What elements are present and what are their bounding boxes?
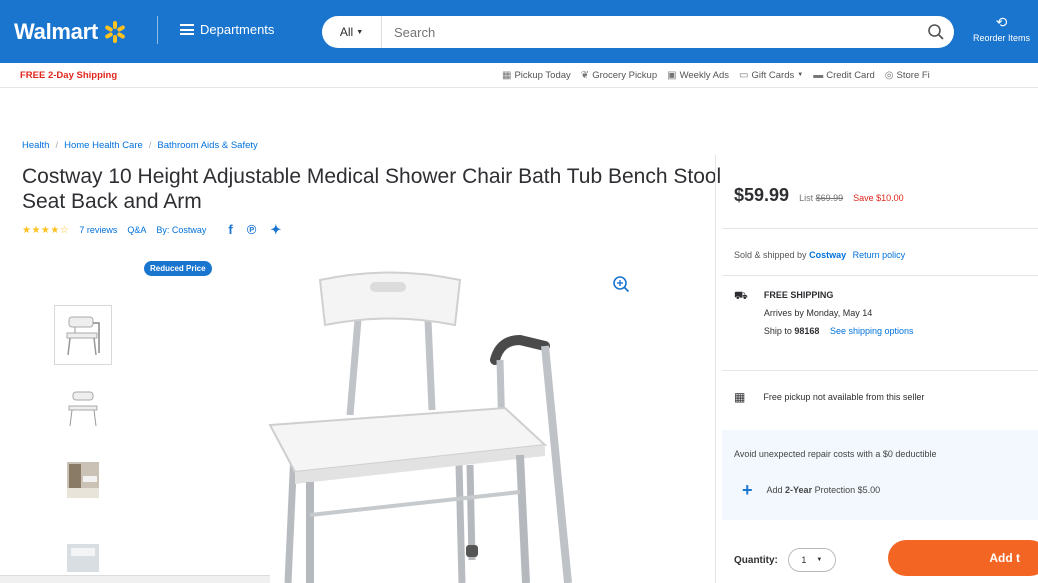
brand-link[interactable]: By: Costway (156, 225, 206, 235)
reorder-icon: ⟲ (995, 14, 1008, 30)
divider (722, 275, 1038, 276)
arrival-date: Arrives by Monday, May 14 (763, 308, 873, 318)
free-shipping-title: FREE SHIPPING (763, 290, 834, 300)
departments-button[interactable]: Departments (180, 22, 274, 37)
breadcrumb-separator: / (148, 140, 152, 151)
breadcrumb-health[interactable]: Health (22, 140, 49, 151)
qa-link[interactable]: Q&A (127, 225, 146, 235)
shipping-options-link[interactable]: See shipping options (830, 326, 914, 336)
top-header: Walmart Departments All ▼ ⟲ Reorder Item… (0, 0, 1038, 63)
zip-code[interactable]: 98168 (794, 326, 819, 336)
social-share: f ℗ ✦ (228, 222, 281, 238)
search-input[interactable] (382, 16, 918, 48)
thumbnail-2[interactable] (54, 378, 112, 438)
grocery-pickup-link[interactable]: ❦ Grocery Pickup (581, 70, 657, 81)
location-icon: ◎ (884, 69, 894, 81)
chevron-down-icon: ▼ (816, 557, 823, 563)
gift-cards-link[interactable]: ▭ Gift Cards ▼ (739, 70, 803, 81)
ship-to: Ship to 98168 See shipping options (763, 326, 914, 336)
quantity-value: 1 (801, 555, 807, 565)
header-divider (157, 16, 158, 44)
search-button[interactable] (918, 16, 954, 48)
add-to-cart-button[interactable]: Add t (888, 540, 1038, 576)
logo-text: Walmart (14, 19, 98, 44)
quantity-label: Quantity: (734, 554, 778, 566)
protection-plan-box (722, 430, 1038, 520)
store-finder-link[interactable]: ◎ Store Fi (885, 70, 930, 81)
store-icon: ▦ (502, 69, 512, 81)
thumbnail-3[interactable] (54, 450, 112, 510)
divider (722, 370, 1038, 371)
search-bar: All ▼ (322, 16, 954, 48)
free-shipping-link[interactable]: FREE 2-Day Shipping (20, 70, 117, 81)
protection-description: Avoid unexpected repair costs with a $0 … (734, 449, 937, 459)
breadcrumb-bathroom-aids[interactable]: Bathroom Aids & Safety (157, 140, 257, 151)
walmart-logo[interactable]: Walmart (14, 19, 126, 45)
add-protection-button[interactable]: + Add 2-Year Protection $5.00 (742, 481, 880, 499)
panel-divider (715, 155, 716, 583)
reorder-label: Reorder Items (972, 33, 1031, 43)
store-icon: ▦ (734, 390, 746, 404)
gift-card-icon: ▭ (739, 69, 749, 81)
quantity-row: Quantity: 1 ▼ (734, 548, 836, 572)
weekly-ads-link[interactable]: ▣ Weekly Ads (667, 70, 729, 81)
search-icon (928, 24, 944, 40)
quantity-select[interactable]: 1 ▼ (787, 548, 836, 572)
spark-icon (104, 21, 126, 43)
pinterest-icon[interactable]: ℗ (247, 222, 257, 238)
product-meta: ★★★★☆ 7 reviews Q&A By: Costway f ℗ ✦ (22, 222, 281, 238)
save-amount: Save $10.00 (853, 193, 904, 203)
breadcrumb-separator: / (55, 140, 59, 151)
add-to-cart-label: Add t (989, 551, 1020, 565)
seller-info: Sold & shipped by Costway Return policy (734, 250, 906, 260)
plus-icon: + (742, 480, 753, 500)
chevron-down-icon: ▼ (356, 28, 364, 36)
truck-icon: ⛟ (734, 290, 748, 302)
search-category-label: All (339, 25, 354, 39)
rating-stars[interactable]: ★★★★☆ (22, 225, 69, 236)
product-main-image[interactable] (200, 260, 640, 583)
chevron-down-icon: ▼ (797, 72, 804, 78)
facebook-icon[interactable]: f (228, 222, 232, 238)
browser-status-bar (0, 575, 270, 583)
divider (722, 228, 1038, 229)
credit-card-icon: ▬ (813, 69, 824, 81)
thumbnail-1[interactable] (54, 305, 112, 365)
tub-thumbnail-image (67, 544, 99, 572)
pickup-today-link[interactable]: ▦ Pickup Today (502, 70, 571, 81)
protection-label: Add 2-Year Protection $5.00 (766, 485, 881, 495)
price-row: $59.99 List $69.99 Save $10.00 (734, 185, 904, 206)
product-title: Costway 10 Height Adjustable Medical Sho… (22, 165, 722, 213)
return-policy-link[interactable]: Return policy (853, 250, 906, 260)
sub-links: ▦ Pickup Today ❦ Grocery Pickup ▣ Weekly Ad… (502, 70, 930, 81)
current-price: $59.99 (734, 185, 790, 205)
sub-header: FREE 2-Day Shipping ▦ Pickup Today ❦ Groce… (0, 63, 1038, 88)
reviews-link[interactable]: 7 reviews (79, 225, 117, 235)
departments-label: Departments (200, 22, 275, 37)
breadcrumb-home-health-care[interactable]: Home Health Care (64, 140, 143, 151)
credit-card-link[interactable]: ▬ Credit Card (813, 70, 875, 81)
pickup-text: Free pickup not available from this sell… (763, 392, 925, 402)
bathroom-thumbnail-image (67, 462, 99, 498)
leaf-icon: ❦ (580, 69, 590, 81)
thumbnail-4[interactable] (54, 522, 112, 582)
twitter-icon[interactable]: ✦ (270, 222, 281, 238)
shipping-info: ⛟ FREE SHIPPING Arrives by Monday, May 1… (734, 290, 914, 344)
menu-icon (180, 24, 194, 35)
list-price: List $69.99 (799, 193, 844, 203)
chair-thumbnail-image (66, 316, 100, 356)
pickup-info: ▦ Free pickup not available from this se… (734, 390, 924, 404)
ads-icon: ▣ (667, 69, 677, 81)
chair-thumbnail-image (68, 391, 98, 427)
reorder-button[interactable]: ⟲ Reorder Items (965, 14, 1038, 43)
search-category-select[interactable]: All ▼ (322, 16, 382, 48)
breadcrumb: Health / Home Health Care / Bathroom Aid… (22, 140, 258, 151)
seller-link[interactable]: Costway (809, 250, 846, 260)
